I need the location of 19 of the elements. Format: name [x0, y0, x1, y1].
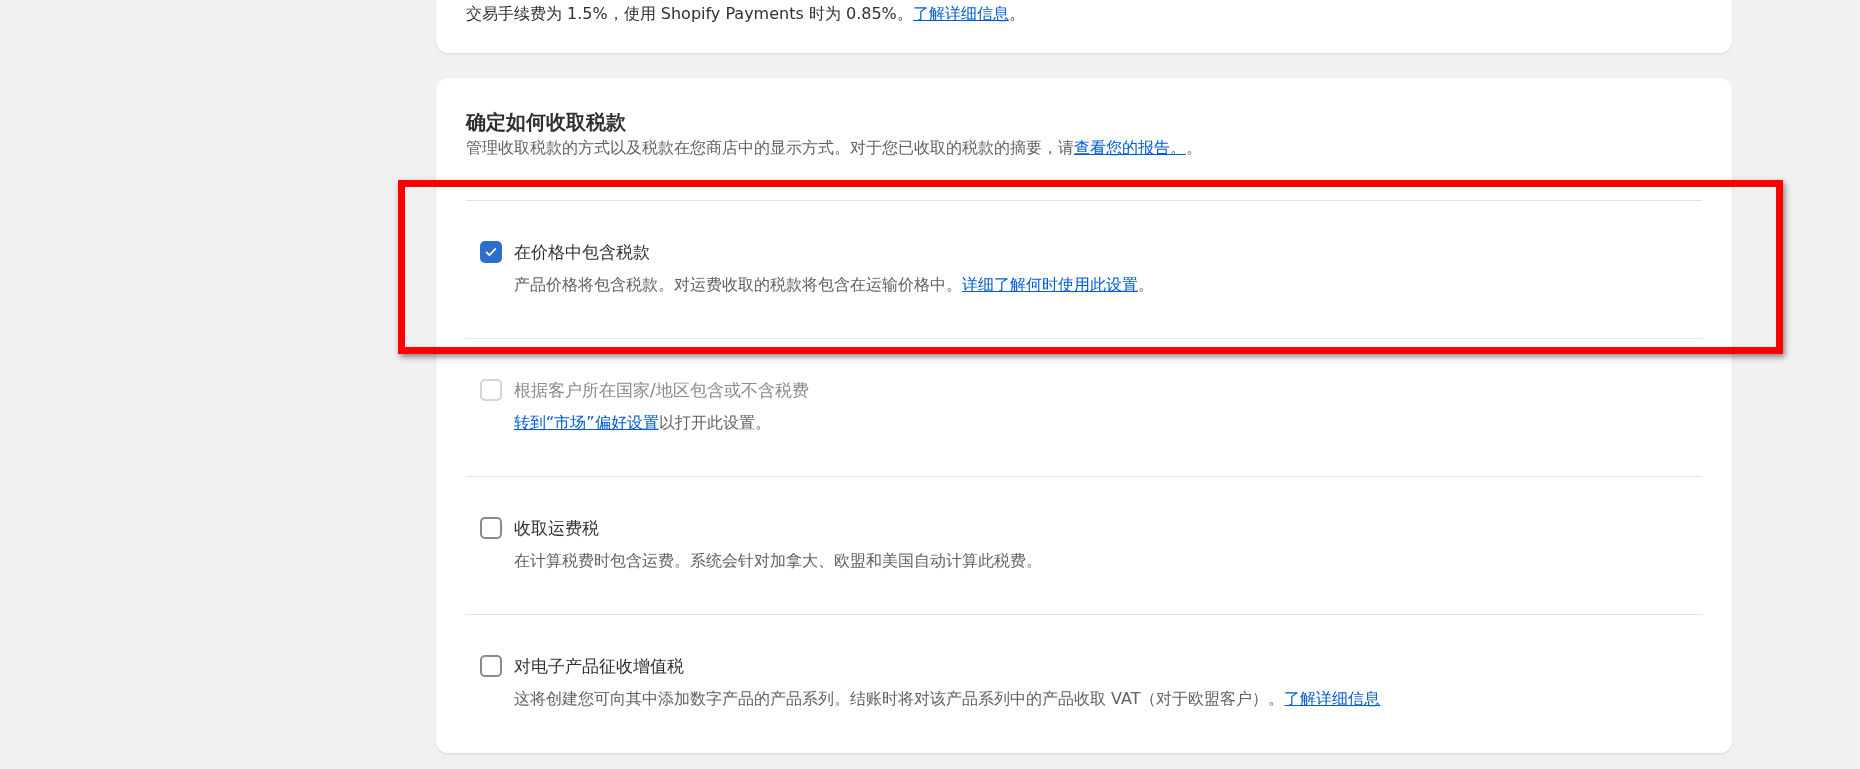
option-label: 在价格中包含税款: [514, 241, 651, 264]
option-label: 根据客户所在国家/地区包含或不含税费: [514, 379, 809, 402]
fee-text: 交易手续费为 1.5%，使用 Shopify Payments 时为 0.85%。了解详细信息。: [466, 3, 1026, 25]
option-description: 这将创建您可向其中添加数字产品的产品系列。结账时将对该产品系列中的产品收取 VAT（对于欧盟客户）。了解详细信息: [514, 688, 1381, 710]
option-description: 在计算税费时包含运费。系统会针对加拿大、欧盟和美国自动计算此税费。: [514, 550, 1042, 572]
option-link[interactable]: 详细了解何时使用此设置: [962, 275, 1138, 294]
learn-more-link[interactable]: 了解详细信息: [912, 4, 1009, 23]
option-label: 收取运费税: [514, 517, 600, 540]
checkbox[interactable]: [480, 241, 502, 263]
option-description: 转到“市场”偏好设置以打开此设置。: [514, 412, 772, 434]
checkbox[interactable]: [480, 655, 502, 677]
checkmark-icon: [484, 245, 498, 259]
card-title: 确定如何收取税款: [466, 109, 627, 136]
view-report-link[interactable]: 查看您的报告。: [1074, 138, 1186, 157]
option-link[interactable]: 了解详细信息: [1284, 689, 1381, 708]
card-description: 管理收取税款的方式以及税款在您商店中的显示方式。对于您已收取的税款的摘要，请查看您的报告。。: [466, 137, 1203, 159]
checkbox[interactable]: [480, 517, 502, 539]
option-description: 产品价格将包含税款。对运费收取的税款将包含在运输价格中。详细了解何时使用此设置。: [514, 274, 1154, 296]
option-label: 对电子产品征收增值税: [514, 655, 685, 678]
